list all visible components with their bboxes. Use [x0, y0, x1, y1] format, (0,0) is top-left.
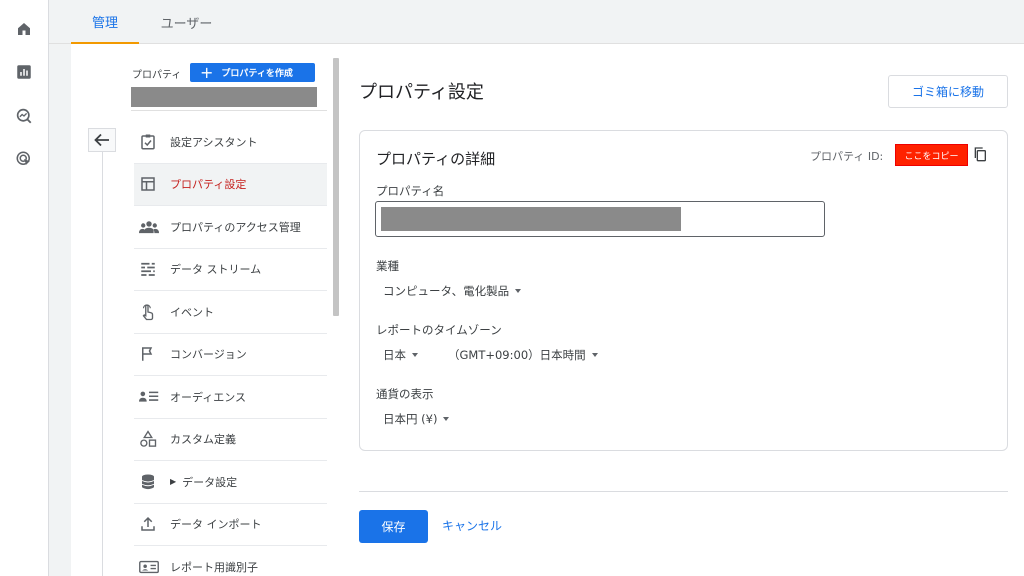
dropdown-arrow-icon [412, 353, 418, 357]
property-id-value: ここをコピー [895, 144, 968, 166]
sidebar-item-conversions[interactable]: コンバージョン [134, 334, 327, 376]
timezone-country-select[interactable]: 日本 [383, 347, 418, 363]
left-nav-rail [0, 0, 49, 576]
property-label: プロパティ [132, 70, 182, 81]
plus-icon: + [200, 62, 214, 82]
flag-icon [134, 345, 170, 363]
create-property-button[interactable]: + プロパティを作成 [190, 63, 315, 82]
top-tab-bar: 管理 ユーザー [49, 0, 1024, 44]
timezone-value: （GMT+09:00）日本時間 [448, 348, 586, 362]
audience-icon [134, 389, 170, 405]
sidebar-item-label: データ インポート [170, 518, 262, 532]
reports-icon[interactable] [12, 60, 36, 84]
copy-icon[interactable] [972, 146, 988, 166]
tab-admin[interactable]: 管理 [71, 0, 139, 44]
sidebar-item-data-settings[interactable]: ▶ データ設定 [134, 461, 327, 504]
home-icon[interactable] [12, 17, 36, 41]
form-divider [359, 491, 1008, 492]
dropdown-arrow-icon [591, 353, 598, 357]
sidebar-item-data-import[interactable]: データ インポート [134, 504, 327, 546]
database-icon [134, 473, 170, 491]
sidebar-item-events[interactable]: イベント [134, 291, 327, 334]
property-menu: 設定アシスタント プロパティ設定 プロパティのアクセス管理 データ ストリーム … [134, 121, 327, 576]
timezone-select[interactable]: （GMT+09:00）日本時間 [448, 347, 598, 363]
property-name-label: プロパティ名 [376, 184, 445, 198]
timezone-country-value: 日本 [383, 348, 406, 362]
divider [131, 110, 327, 111]
arrow-left-icon [94, 133, 109, 147]
industry-select[interactable]: コンピュータ、電化製品 [383, 283, 522, 299]
sidebar-item-label: コンバージョン [170, 348, 247, 362]
back-button[interactable] [88, 128, 116, 152]
admin-content: プロパティ + プロパティを作成 設定アシスタント プロパティ設定 プロパティの… [71, 44, 1024, 576]
currency-value: 日本円 (¥) [383, 412, 438, 426]
sidebar-item-audiences[interactable]: オーディエンス [134, 376, 327, 419]
industry-value: コンピュータ、電化製品 [383, 284, 510, 298]
scrollbar[interactable] [333, 58, 339, 316]
explore-icon[interactable] [12, 104, 36, 128]
sidebar-item-label: レポート用識別子 [170, 560, 258, 574]
property-name-redacted [381, 207, 681, 231]
sidebar-item-label: プロパティのアクセス管理 [170, 220, 301, 234]
sidebar-item-data-streams[interactable]: データ ストリーム [134, 249, 327, 291]
dropdown-arrow-icon [515, 289, 522, 293]
timezone-label: レポートのタイムゾーン [376, 323, 502, 337]
sidebar-item-label: オーディエンス [170, 390, 247, 404]
cancel-button[interactable]: キャンセル [442, 517, 502, 534]
sidebar-item-setup-assistant[interactable]: 設定アシスタント [134, 121, 327, 164]
card-title: プロパティの詳細 [376, 150, 496, 168]
create-property-label: プロパティを作成 [221, 69, 293, 79]
layout-icon [134, 175, 170, 193]
industry-label: 業種 [376, 259, 399, 273]
sidebar-item-label: カスタム定義 [170, 433, 236, 447]
upload-icon [134, 515, 170, 533]
advertising-icon[interactable] [12, 147, 36, 171]
sidebar-item-reporting-identity[interactable]: レポート用識別子 [134, 546, 327, 576]
save-button[interactable]: 保存 [359, 510, 428, 543]
sidebar-item-label: データ ストリーム [170, 263, 262, 277]
sidebar-item-label: データ設定 [182, 475, 238, 489]
currency-label: 通貨の表示 [376, 387, 434, 401]
touch-icon [134, 303, 170, 321]
tree-line [102, 152, 103, 576]
id-icon [134, 559, 170, 575]
sidebar-item-property-settings[interactable]: プロパティ設定 [134, 163, 327, 206]
property-id-label: プロパティ ID: [810, 150, 884, 163]
currency-select[interactable]: 日本円 (¥) [383, 411, 450, 427]
shapes-icon [134, 430, 170, 448]
streams-icon [134, 260, 170, 278]
checklist-icon [134, 133, 170, 151]
dropdown-arrow-icon [443, 417, 450, 421]
property-name-input[interactable] [375, 201, 825, 237]
people-icon [134, 219, 170, 235]
caret-right-icon[interactable]: ▶ [170, 477, 176, 486]
sidebar-item-custom-definitions[interactable]: カスタム定義 [134, 419, 327, 461]
page-title: プロパティ設定 [359, 82, 484, 103]
sidebar-item-label: 設定アシスタント [170, 135, 258, 149]
property-selector-redacted[interactable] [131, 87, 317, 107]
sidebar-item-label: プロパティ設定 [170, 178, 247, 192]
sidebar-item-label: イベント [170, 305, 214, 319]
tab-user[interactable]: ユーザー [149, 0, 224, 44]
sidebar-item-access-management[interactable]: プロパティのアクセス管理 [134, 206, 327, 249]
move-to-trash-button[interactable]: ゴミ箱に移動 [888, 75, 1008, 108]
property-details-card: プロパティの詳細 プロパティ ID: ここをコピー プロパティ名 業種 コンピュ… [359, 130, 1008, 451]
